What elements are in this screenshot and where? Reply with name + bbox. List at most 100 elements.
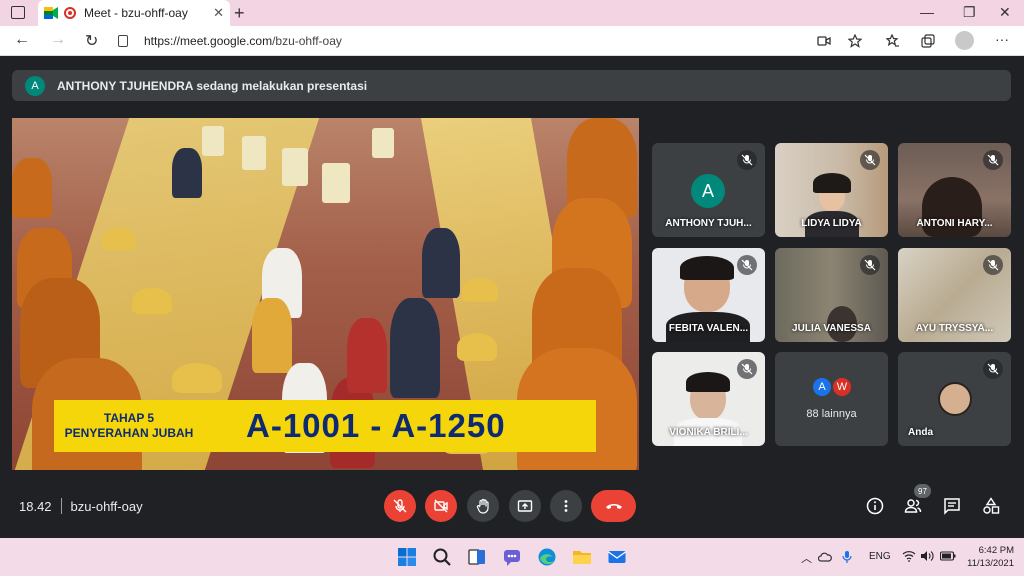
participant-tile[interactable]: ANTONI HARY... [898,143,1011,237]
meeting-details-button[interactable] [866,497,884,515]
url-field[interactable]: https://meet.google.com/bzu-ohff-oay [112,29,874,53]
participant-tile[interactable]: LIDYA LIDYA [775,143,888,237]
close-tab-icon[interactable]: ✕ [213,5,224,21]
info-icon [866,497,884,515]
camera-in-use-icon[interactable] [817,34,831,48]
presentation-caption: TAHAP 5 PENYERAHAN JUBAH A-1001 - A-1250 [54,400,596,452]
shapes-icon [983,497,1000,514]
self-tile[interactable]: Anda [898,352,1011,446]
participant-tile[interactable]: FEBITA VALEN... [652,248,765,342]
close-window-icon[interactable]: ✕ [999,4,1011,21]
leave-call-button[interactable] [591,490,636,522]
more-vert-icon [564,500,568,512]
minimize-icon[interactable]: — [920,4,934,20]
microphone-toggle-button[interactable] [384,490,416,522]
participant-avatar: A [691,174,725,208]
onedrive-icon[interactable] [818,551,832,563]
tab-actions-icon[interactable] [11,6,25,19]
person-figure [252,298,292,373]
more-participants-label: 88 lainnya [806,408,857,420]
chair [322,163,350,203]
gold-offering [457,333,497,361]
present-button[interactable] [509,490,541,522]
presenting-text: ANTHONY TJUHENDRA sedang melakukan prese… [57,78,368,93]
participant-tile[interactable]: AYU TRYSSYA... [898,248,1011,342]
people-button[interactable] [904,497,922,515]
people-icon [904,499,922,513]
edge-browser-icon[interactable] [537,547,557,567]
browser-tab-bar: Meet - bzu-ohff-oay ✕ + — ❐ ✕ [0,0,1024,26]
self-name: Anda [908,427,933,438]
collections-icon[interactable] [921,34,935,48]
mic-off-icon [983,359,1003,379]
mic-off-icon [737,359,757,379]
mail-icon[interactable] [607,547,627,567]
person-figure [390,298,440,398]
show-hidden-icons[interactable]: ︿ [801,550,812,566]
search-icon[interactable] [432,547,452,567]
participant-name: FEBITA VALEN... [668,323,749,334]
camera-off-icon [434,499,448,513]
raise-hand-button[interactable] [467,490,499,522]
teams-chat-icon[interactable] [502,547,522,567]
recording-icon [64,7,76,19]
participant-tile[interactable]: A ANTHONY TJUH... [652,143,765,237]
person-figure [422,228,460,298]
maximize-icon[interactable]: ❐ [963,4,976,21]
browser-tab-meet[interactable]: Meet - bzu-ohff-oay ✕ [38,0,230,26]
chair [282,148,308,186]
language-indicator[interactable]: ENG [869,551,891,562]
url-host: https://meet.google.com [144,34,273,48]
caption-range: A-1001 - A-1250 [246,407,506,444]
self-avatar [938,382,972,416]
more-options-button[interactable] [550,490,582,522]
mic-off-icon [860,150,880,170]
tab-title: Meet - bzu-ohff-oay [84,6,188,20]
participant-tile[interactable]: VIONIKA BRILI... [652,352,765,446]
battery-icon[interactable] [940,551,956,561]
volume-icon[interactable] [920,550,934,562]
person-figure [347,318,387,393]
participant-name: JULIA VANESSA [792,323,871,334]
wifi-icon[interactable] [902,550,916,562]
participant-name: ANTHONY TJUH... [665,218,752,229]
microphone-tray-icon[interactable] [842,550,852,564]
mic-off-icon [983,150,1003,170]
chair [202,126,224,156]
forward-icon[interactable]: → [50,31,66,49]
file-explorer-icon[interactable] [572,547,592,567]
google-meet-icon [44,7,58,19]
mic-off-icon [860,255,880,275]
participant-avatar: A [811,376,833,398]
meeting-time: 18.42 [19,498,52,514]
add-favorite-icon[interactable] [848,34,862,48]
participant-avatar: W [831,376,853,398]
task-view-icon[interactable] [467,547,487,567]
chat-icon [944,498,960,515]
favorites-icon[interactable] [886,34,900,48]
camera-toggle-button[interactable] [425,490,457,522]
more-participants-tile[interactable]: A W 88 lainnya [775,352,888,446]
chair [242,136,266,170]
participant-tile[interactable]: JULIA VANESSA [775,248,888,342]
mic-off-icon [737,255,757,275]
person-figure [172,148,202,198]
system-clock[interactable]: 6:42 PM 11/13/2021 [964,544,1014,570]
participant-name: VIONIKA BRILI... [669,427,748,438]
activities-button[interactable] [982,497,1000,515]
mic-off-icon [983,255,1003,275]
more-menu-icon[interactable]: ··· [995,32,1009,46]
chat-button[interactable] [943,497,961,515]
monk-figure [12,158,52,218]
caption-line-2: PENYERAHAN JUBAH [64,426,194,440]
clock-date: 11/13/2021 [967,558,1014,569]
profile-avatar[interactable] [955,31,974,50]
refresh-icon[interactable]: ↻ [85,31,98,51]
new-tab-icon[interactable]: + [234,3,245,24]
back-icon[interactable]: ← [14,31,30,49]
gold-offering [102,228,136,250]
lock-icon[interactable] [118,35,128,47]
participant-hair [813,173,851,193]
windows-start-icon[interactable] [397,547,417,567]
participant-name: ANTONI HARY... [916,218,993,229]
